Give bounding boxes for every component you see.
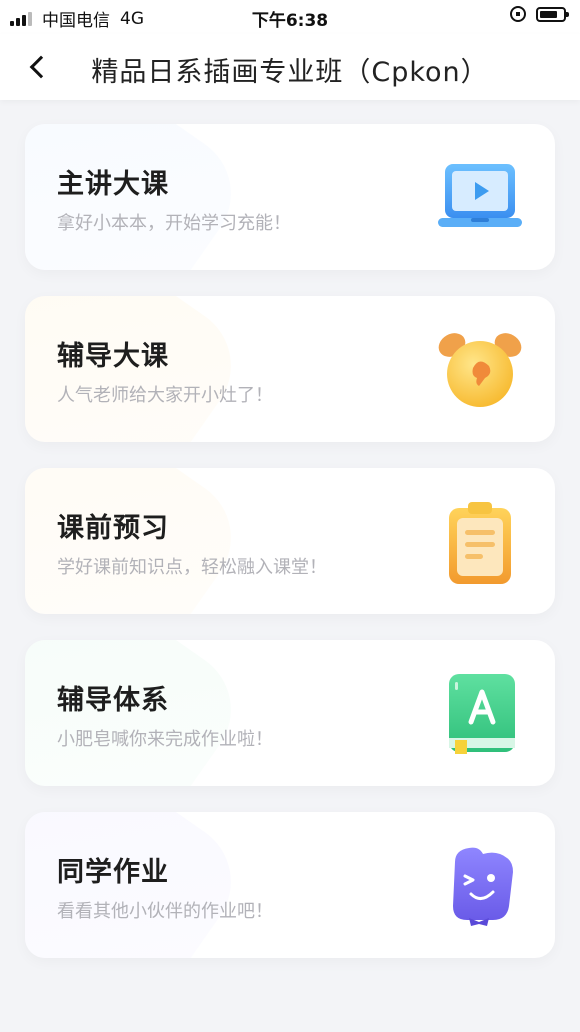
mascot-face-icon	[453, 847, 513, 926]
card-title: 同学作业	[57, 857, 169, 888]
rotation-lock-icon	[510, 6, 526, 22]
battery-icon	[536, 6, 569, 22]
card-tutoring-lecture[interactable]: 辅导大课 人气老师给大家开小灶了！	[25, 296, 555, 442]
card-title: 主讲大课	[57, 169, 169, 200]
alarm-clock-icon	[438, 333, 522, 407]
card-preview[interactable]: 课前预习 学好课前知识点，轻松融入课堂！	[25, 468, 555, 614]
card-title: 辅导大课	[57, 341, 169, 372]
status-bar: 中国电信 4G 下午6:38	[0, 0, 580, 34]
laptop-play-icon	[438, 164, 522, 227]
card-title: 课前预习	[57, 513, 169, 544]
card-subtitle: 拿好小本本，开始学习充能！	[57, 213, 291, 234]
book-a-icon	[449, 674, 515, 754]
clipboard-icon	[449, 502, 511, 584]
card-title: 辅导体系	[57, 685, 169, 716]
card-subtitle: 小肥皂喊你来完成作业啦！	[57, 729, 273, 750]
card-classmate-homework[interactable]: 同学作业 看看其他小伙伴的作业吧！	[25, 812, 555, 958]
page-title: 精品日系插画专业班（Cpkon）	[91, 57, 489, 88]
card-tutoring-system[interactable]: 辅导体系 小肥皂喊你来完成作业啦！	[25, 640, 555, 786]
card-subtitle: 学好课前知识点，轻松融入课堂！	[57, 557, 327, 578]
card-main-lecture[interactable]: 主讲大课 拿好小本本，开始学习充能！	[25, 124, 555, 270]
card-subtitle: 看看其他小伙伴的作业吧！	[57, 901, 273, 922]
status-time: 下午6:38	[251, 11, 329, 31]
card-subtitle: 人气老师给大家开小灶了！	[57, 385, 273, 406]
nav-bar: 精品日系插画专业班（Cpkon）	[0, 34, 580, 100]
status-right	[510, 6, 569, 22]
